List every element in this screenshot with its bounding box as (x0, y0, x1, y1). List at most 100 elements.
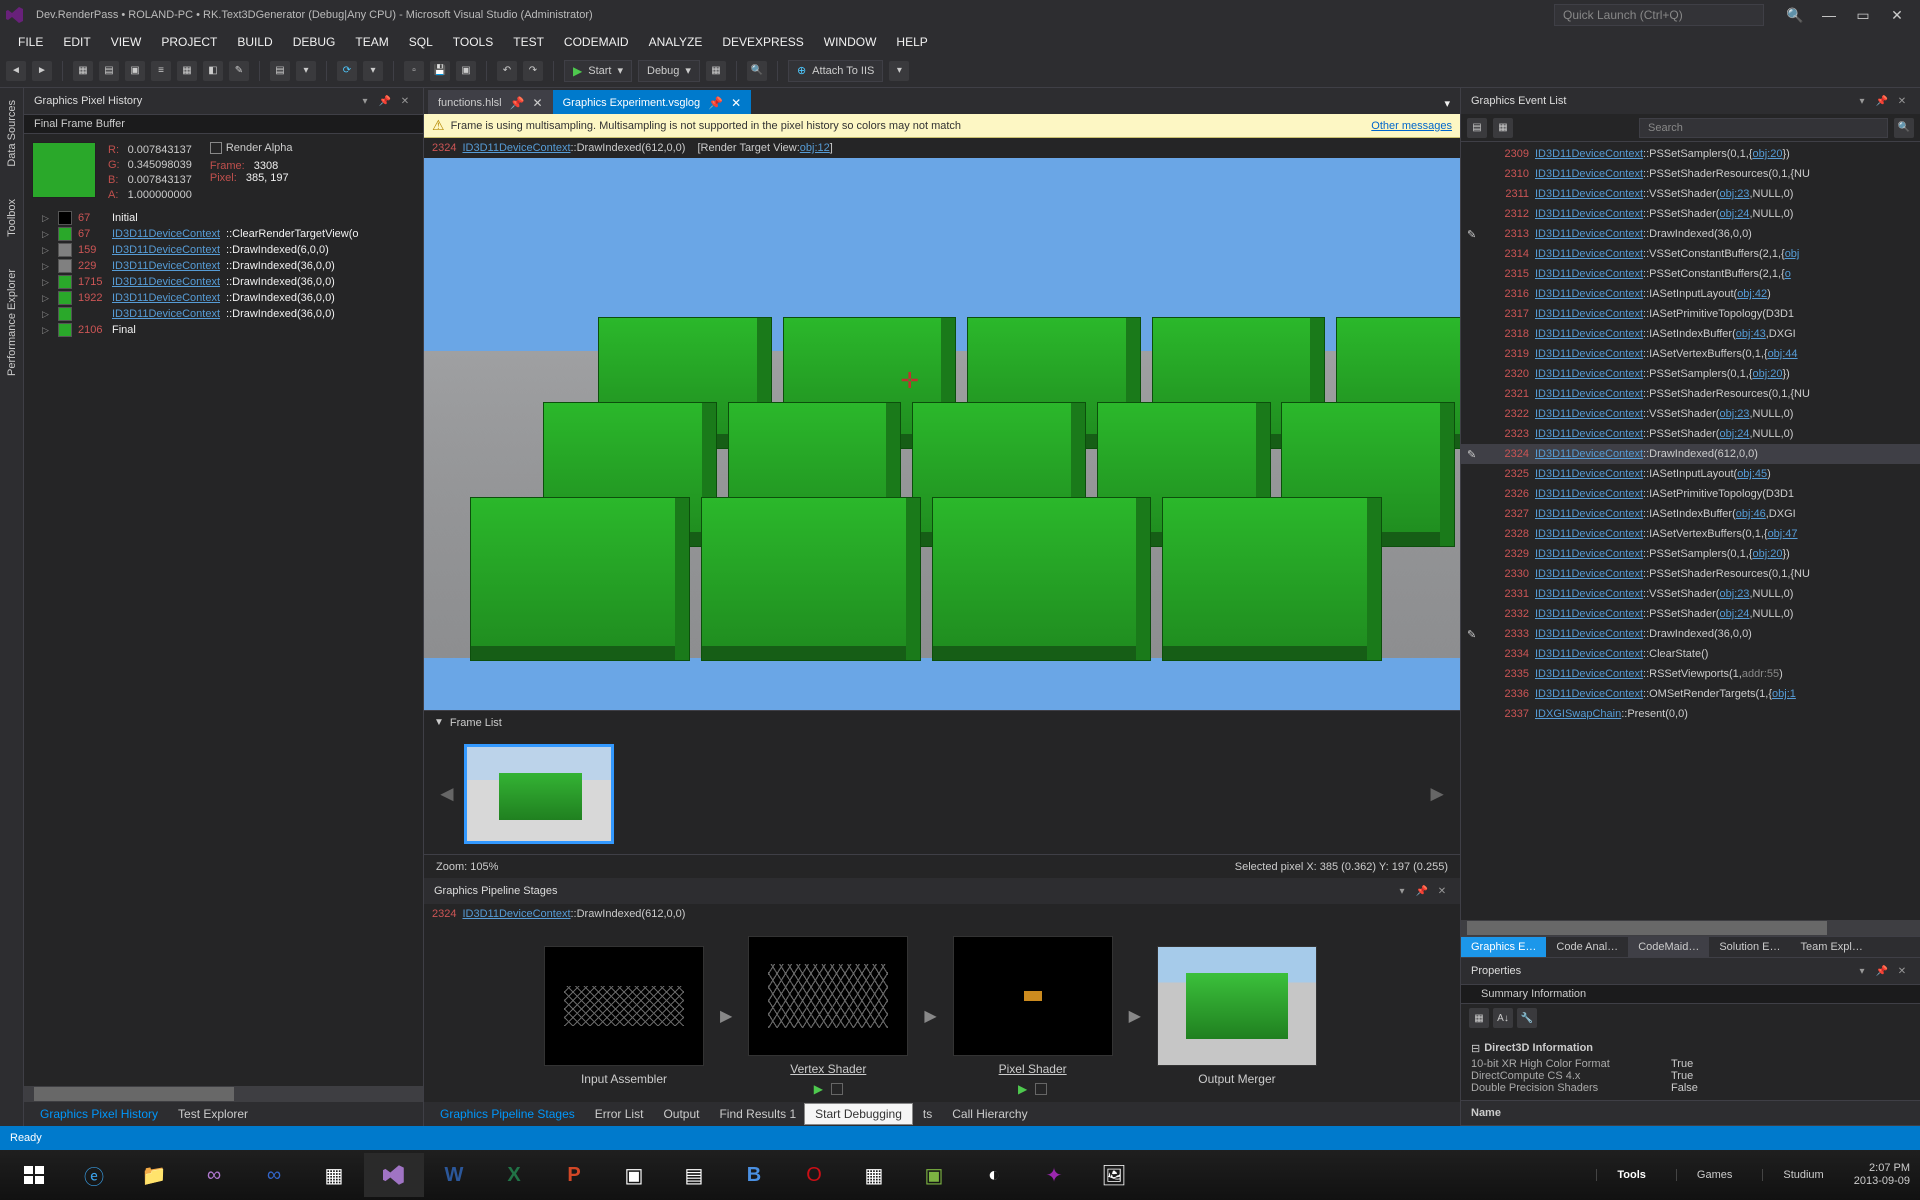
app-icon[interactable]: ▦ (304, 1153, 364, 1197)
start-button[interactable] (4, 1153, 64, 1197)
document-tab[interactable]: Graphics Experiment.vsglog📌✕ (553, 90, 752, 114)
event-row[interactable]: 2311ID3D11DeviceContext::VSSetShader(obj… (1461, 184, 1920, 204)
event-row[interactable]: 2336ID3D11DeviceContext::OMSetRenderTarg… (1461, 684, 1920, 704)
undo-icon[interactable]: ↶ (497, 61, 517, 81)
app-icon[interactable]: ✦ (1024, 1153, 1084, 1197)
history-row[interactable]: ▷67ID3D11DeviceContext::ClearRenderTarge… (24, 226, 423, 242)
menu-view[interactable]: VIEW (101, 32, 152, 52)
event-list[interactable]: 2309ID3D11DeviceContext::PSSetSamplers(0… (1461, 142, 1920, 920)
powerpoint-icon[interactable]: P (544, 1153, 604, 1197)
obj-link[interactable]: obj:12 (800, 142, 830, 154)
toolbar-icon[interactable]: ▾ (296, 61, 316, 81)
sort-icon[interactable]: A↓ (1493, 1008, 1513, 1028)
history-row[interactable]: ▷1922ID3D11DeviceContext::DrawIndexed(36… (24, 290, 423, 306)
context-link[interactable]: ID3D11DeviceContext (462, 908, 570, 920)
event-row[interactable]: ✎2333ID3D11DeviceContext::DrawIndexed(36… (1461, 624, 1920, 644)
right-tab[interactable]: CodeMaid… (1628, 937, 1709, 957)
hscrollbar[interactable] (1461, 920, 1920, 936)
app-icon[interactable]: ▣ (904, 1153, 964, 1197)
history-row[interactable]: ▷1715ID3D11DeviceContext::DrawIndexed(36… (24, 274, 423, 290)
event-row[interactable]: 2328ID3D11DeviceContext::IASetVertexBuff… (1461, 524, 1920, 544)
app-icon[interactable]: ▦ (844, 1153, 904, 1197)
bottom-tab[interactable]: Output (653, 1104, 709, 1124)
event-row[interactable]: 2334ID3D11DeviceContext::ClearState() (1461, 644, 1920, 664)
event-row[interactable]: 2314ID3D11DeviceContext::VSSetConstantBu… (1461, 244, 1920, 264)
new-item-icon[interactable]: ▫ (404, 61, 424, 81)
panel-menu-icon[interactable]: ▾ (1854, 96, 1870, 107)
app-icon[interactable]: B (724, 1153, 784, 1197)
pin-icon[interactable]: 📌 (1874, 96, 1890, 107)
checkbox[interactable] (1035, 1083, 1047, 1095)
toolbar-overflow-icon[interactable]: ▾ (889, 61, 909, 81)
event-row[interactable]: 2310ID3D11DeviceContext::PSSetShaderReso… (1461, 164, 1920, 184)
event-row[interactable]: 2327ID3D11DeviceContext::IASetIndexBuffe… (1461, 504, 1920, 524)
hscrollbar[interactable] (24, 1086, 423, 1102)
event-row[interactable]: 2330ID3D11DeviceContext::PSSetShaderReso… (1461, 564, 1920, 584)
tray-group[interactable]: Studium (1762, 1169, 1823, 1181)
menu-window[interactable]: WINDOW (814, 32, 887, 52)
document-tab[interactable]: functions.hlsl📌✕ (428, 90, 553, 114)
event-row[interactable]: 2322ID3D11DeviceContext::VSSetShader(obj… (1461, 404, 1920, 424)
menu-tools[interactable]: TOOLS (443, 32, 503, 52)
event-row[interactable]: 2321ID3D11DeviceContext::PSSetShaderReso… (1461, 384, 1920, 404)
right-tab[interactable]: Team Expl… (1790, 937, 1872, 957)
word-icon[interactable]: W (424, 1153, 484, 1197)
checkbox[interactable] (831, 1083, 843, 1095)
other-messages-link[interactable]: Other messages (1371, 120, 1452, 132)
panel-menu-icon[interactable]: ▾ (1394, 886, 1410, 897)
side-tab[interactable]: Data Sources (4, 94, 20, 173)
menu-codemaid[interactable]: CODEMAID (554, 32, 639, 52)
stage-output-merger[interactable]: Output Merger (1157, 946, 1317, 1086)
vs-icon[interactable]: ∞ (184, 1153, 244, 1197)
event-row[interactable]: 2315ID3D11DeviceContext::PSSetConstantBu… (1461, 264, 1920, 284)
render-alpha-checkbox[interactable]: Render Alpha (210, 142, 293, 154)
menu-project[interactable]: PROJECT (151, 32, 227, 52)
play-icon[interactable]: ▶ (1018, 1082, 1027, 1096)
app-icon[interactable]: ◐ (964, 1153, 1024, 1197)
close-button[interactable]: ✕ (1880, 7, 1914, 24)
event-row[interactable]: 2312ID3D11DeviceContext::PSSetShader(obj… (1461, 204, 1920, 224)
pin-icon[interactable]: 📌 (510, 96, 525, 110)
event-row[interactable]: 2317ID3D11DeviceContext::IASetPrimitiveT… (1461, 304, 1920, 324)
history-row[interactable]: ▷159ID3D11DeviceContext::DrawIndexed(6,0… (24, 242, 423, 258)
next-frame-button[interactable]: ► (1426, 781, 1448, 807)
toolbar-icon[interactable]: ▤ (1467, 118, 1487, 138)
menu-devexpress[interactable]: DEVEXPRESS (712, 32, 813, 52)
event-row[interactable]: 2309ID3D11DeviceContext::PSSetSamplers(0… (1461, 144, 1920, 164)
vs-active-icon[interactable] (364, 1153, 424, 1197)
event-row[interactable]: ✎2324ID3D11DeviceContext::DrawIndexed(61… (1461, 444, 1920, 464)
right-tab[interactable]: Graphics E… (1461, 937, 1546, 957)
menu-file[interactable]: FILE (8, 32, 53, 52)
bottom-tab[interactable]: Find Results 1 (709, 1104, 806, 1124)
open-icon[interactable]: ▤ (99, 61, 119, 81)
event-row[interactable]: 2331ID3D11DeviceContext::VSSetShader(obj… (1461, 584, 1920, 604)
bottom-tab[interactable]: Call Hierarchy (942, 1104, 1037, 1124)
toolbar-icon[interactable]: ▦ (1493, 118, 1513, 138)
explorer-icon[interactable]: 📁 (124, 1153, 184, 1197)
pin-icon[interactable]: 📌 (1874, 966, 1890, 977)
close-icon[interactable]: ✕ (1894, 966, 1910, 977)
close-icon[interactable]: ✕ (533, 96, 543, 110)
app-icon[interactable]: ▤ (664, 1153, 724, 1197)
pin-icon[interactable]: 📌 (708, 96, 723, 110)
bottom-tab[interactable]: Graphics Pixel History (30, 1104, 168, 1124)
menu-test[interactable]: TEST (503, 32, 554, 52)
menu-sql[interactable]: SQL (399, 32, 443, 52)
excel-icon[interactable]: X (484, 1153, 544, 1197)
nav-back-button[interactable]: ◄ (6, 61, 26, 81)
refresh-icon[interactable]: ⟳ (337, 61, 357, 81)
tab-dropdown-icon[interactable]: ▾ (1434, 93, 1460, 114)
toolbar-icon[interactable]: ◧ (203, 61, 223, 81)
ie-icon[interactable]: ⓔ (64, 1153, 124, 1197)
toolbar-icon[interactable]: ▤ (270, 61, 290, 81)
start-debug-button[interactable]: ▶Start▾ (564, 60, 632, 82)
toolbar-icon[interactable]: ✎ (229, 61, 249, 81)
app-icon[interactable]: 🖼 (1084, 1153, 1144, 1197)
attach-iis-button[interactable]: ⊕Attach To IIS (788, 60, 883, 82)
save-icon[interactable]: 💾 (430, 61, 450, 81)
play-icon[interactable]: ▶ (814, 1082, 823, 1096)
new-project-icon[interactable]: ▦ (73, 61, 93, 81)
bottom-tab[interactable]: Graphics Pipeline Stages (430, 1104, 585, 1124)
right-tab[interactable]: Solution E… (1709, 937, 1790, 957)
app-icon[interactable]: ▣ (604, 1153, 664, 1197)
